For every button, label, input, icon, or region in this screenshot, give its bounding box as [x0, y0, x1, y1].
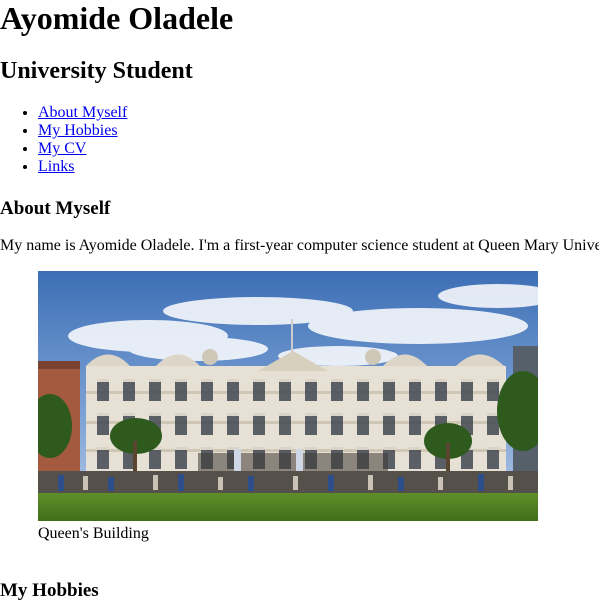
nav-link-links[interactable]: Links — [38, 158, 74, 175]
nav-list: About Myself My Hobbies My CV Links — [0, 104, 127, 176]
section-heading-hobbies: My Hobbies — [0, 580, 99, 601]
building-figure: Queen's Building — [38, 271, 538, 543]
nav-link-about-myself[interactable]: About Myself — [38, 104, 127, 121]
queens-building-photo — [38, 271, 538, 521]
nav-link-my-cv[interactable]: My CV — [38, 140, 86, 157]
section-heading-about: About Myself — [0, 198, 111, 219]
nav-item-about: About Myself — [38, 104, 127, 122]
nav-item-hobbies: My Hobbies — [38, 122, 127, 140]
nav-item-cv: My CV — [38, 140, 127, 158]
nav-item-links: Links — [38, 158, 127, 176]
page-title: Ayomide Oladele — [0, 0, 234, 36]
page: Ayomide Oladele University Student About… — [0, 0, 599, 610]
figure-caption: Queen's Building — [38, 525, 149, 542]
page-subtitle: University Student — [0, 58, 193, 84]
about-paragraph: My name is Ayomide Oladele. I'm a first-… — [0, 237, 599, 254]
nav-link-my-hobbies[interactable]: My Hobbies — [38, 122, 118, 139]
